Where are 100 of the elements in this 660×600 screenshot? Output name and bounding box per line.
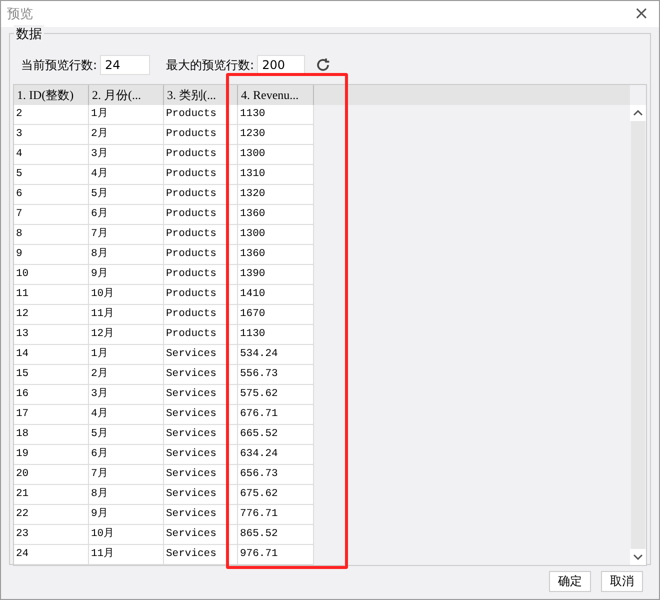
table-cell: Products [164,145,238,165]
table-cell: 6 [14,185,89,205]
table-cell: 1670 [238,305,314,325]
table-cell: 19 [14,445,89,465]
table-cell: 556.73 [238,365,314,385]
table-cell: Products [164,125,238,145]
table-cell: Services [164,485,238,505]
table-cell: Products [164,225,238,245]
table-cell: 17 [14,405,89,425]
table-cell: 12 [14,305,89,325]
table-cell: 5 [14,165,89,185]
table-cell: Services [164,545,238,565]
table-cell: 24 [14,545,89,565]
table-cell: 1360 [238,205,314,225]
table-cell: 1320 [238,185,314,205]
table-cell: 4月 [89,165,164,185]
table-cell: 3月 [89,385,164,405]
table-cell: 11月 [89,305,164,325]
table-cell: Services [164,445,238,465]
table-cell: Services [164,365,238,385]
table-cell: 675.62 [238,485,314,505]
table-cell: 11 [14,285,89,305]
table-cell: 10月 [89,285,164,305]
table-cell: Services [164,385,238,405]
table-cell: 10月 [89,525,164,545]
table-cell: Products [164,105,238,125]
table-cell: 7月 [89,225,164,245]
table-cell: 1130 [238,105,314,125]
table-cell: 23 [14,525,89,545]
field-label: 最大的预览行数: [166,56,254,74]
table-cell: 1300 [238,225,314,245]
table-cell: 10 [14,265,89,285]
table-cell: Services [164,345,238,365]
input-field[interactable]: 200 [257,55,306,75]
table-cell: 1300 [238,145,314,165]
table-cell: Services [164,425,238,445]
table-cell: 1310 [238,165,314,185]
table-cell: 6月 [89,205,164,225]
table-cell: 9 [14,245,89,265]
table-cell: Products [164,265,238,285]
table-cell: 1月 [89,105,164,125]
table-cell: 14 [14,345,89,365]
table-cell: 2月 [89,125,164,145]
scroll-up-icon[interactable] [630,105,646,121]
table-cell: Services [164,525,238,545]
table-cell: 4 [14,145,89,165]
dialog-button[interactable]: 确定 [549,571,591,592]
table-cell: 18 [14,425,89,445]
table-cell: Products [164,305,238,325]
table-cell: 6月 [89,445,164,465]
table-cell: Products [164,205,238,225]
table-cell: 11月 [89,545,164,565]
table-cell: 9月 [89,265,164,285]
table-cell: 776.71 [238,505,314,525]
table-cell: 15 [14,365,89,385]
refresh-icon[interactable] [315,57,332,73]
table-cell: Products [164,165,238,185]
table-cell: 8月 [89,485,164,505]
table-cell: Products [164,285,238,305]
table-cell: 9月 [89,505,164,525]
table-cell: 20 [14,465,89,485]
table-cell: 865.52 [238,525,314,545]
table-cell: 3月 [89,145,164,165]
table-cell: 8月 [89,245,164,265]
table-cell: 665.52 [238,425,314,445]
field-label: 当前预览行数: [21,56,98,74]
table-cell: 534.24 [238,345,314,365]
table-cell: 1390 [238,265,314,285]
table-cell: 5月 [89,185,164,205]
table-cell: 676.71 [238,405,314,425]
table-cell: 21 [14,485,89,505]
dialog-button[interactable]: 取消 [601,571,643,592]
table-cell: 2 [14,105,89,125]
table-cell: 2月 [89,365,164,385]
table-cell: 575.62 [238,385,314,405]
table-cell: 5月 [89,425,164,445]
table-cell: 1月 [89,345,164,365]
table-cell: 1230 [238,125,314,145]
close-button[interactable]: × [632,4,651,24]
scroll-down-icon[interactable] [630,549,646,565]
table-cell: Services [164,505,238,525]
table-cell: 1130 [238,325,314,345]
table-cell: Services [164,405,238,425]
table-cell: 976.71 [238,545,314,565]
table-cell: 8 [14,225,89,245]
table-cell: 13 [14,325,89,345]
table-cell: 656.73 [238,465,314,485]
table-cell: 3 [14,125,89,145]
table-cell: 12月 [89,325,164,345]
table-cell: 16 [14,385,89,405]
group-title: 数据 [14,25,44,43]
table-cell: 634.24 [238,445,314,465]
table-cell: Services [164,465,238,485]
table-cell: Products [164,185,238,205]
table-cell: 22 [14,505,89,525]
table-cell: Products [164,325,238,345]
table-cell: 7月 [89,465,164,485]
window-title: 预览 [7,6,33,23]
table-cell: 1410 [238,285,314,305]
input-field[interactable]: 24 [100,55,150,75]
